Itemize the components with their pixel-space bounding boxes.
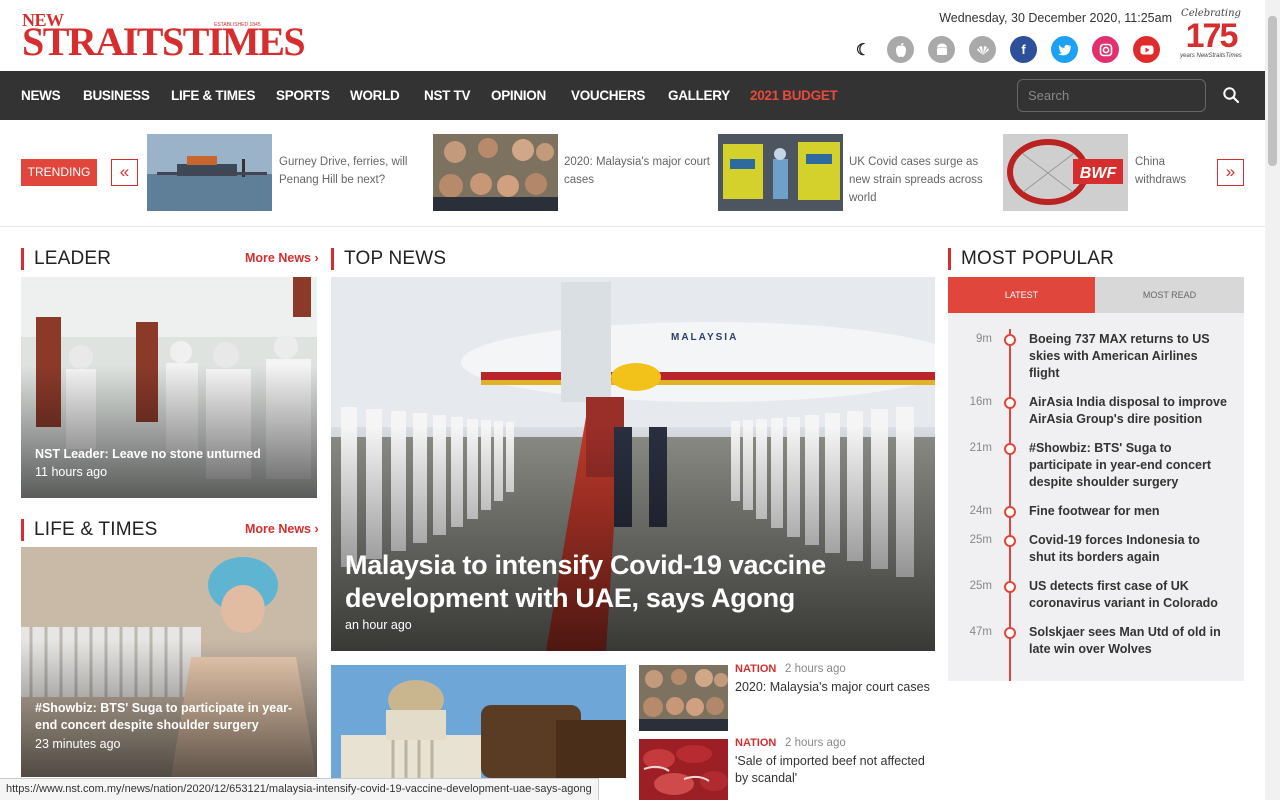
trending-prev-button[interactable]: « (111, 159, 138, 186)
top-news-time: an hour ago (345, 618, 412, 632)
instagram-icon[interactable] (1092, 36, 1119, 63)
leader-card[interactable]: NST Leader: Leave no stone unturned 11 h… (21, 277, 317, 498)
nav-item-nst-tv[interactable]: NST TV (424, 71, 471, 120)
trending-item-title[interactable]: UK Covid cases surge as new strain sprea… (849, 153, 989, 207)
most-popular-heading: MOST POPULAR (948, 248, 1114, 270)
trending-image-ambulance[interactable] (718, 134, 843, 211)
timeline-dot (1004, 443, 1016, 455)
nav-item-life-times[interactable]: LIFE & TIMES (171, 71, 255, 120)
popular-item-time: 24m (969, 505, 992, 517)
header-icons: ☾ f (853, 36, 1160, 63)
tab-latest[interactable]: LATEST (948, 277, 1095, 313)
timeline-dot (1004, 535, 1016, 547)
popular-item-time: 25m (969, 580, 992, 592)
logo-established: ESTABLISHED 1845 (214, 22, 261, 28)
trending-image-court[interactable] (433, 134, 558, 211)
leader-heading: LEADER (21, 248, 111, 270)
popular-item-time: 21m (969, 442, 992, 454)
leader-caption: NST Leader: Leave no stone unturned (35, 447, 261, 461)
small-news-category[interactable]: NATION (735, 663, 776, 675)
timeline-dot (1004, 334, 1016, 346)
scrollbar-thumb[interactable] (1268, 16, 1277, 166)
current-date: Wednesday, 30 December 2020, 11:25am (939, 11, 1172, 25)
popular-item-title[interactable]: Covid-19 forces Indonesia to shut its bo… (1029, 532, 1229, 566)
trending-image-ferry[interactable] (147, 134, 272, 211)
nav-item-news[interactable]: NEWS (21, 71, 61, 120)
svg-text:BWF: BWF (1080, 165, 1118, 182)
search-icon[interactable] (1222, 86, 1240, 104)
plane-livery-text: MALAYSIA (671, 332, 738, 343)
popular-item-time: 9m (976, 333, 992, 345)
small-news-image-beef[interactable] (639, 739, 728, 800)
search-input[interactable] (1017, 79, 1206, 112)
trending-item-title[interactable]: Gurney Drive, ferries, will Penang Hill … (279, 153, 414, 189)
android-icon[interactable] (928, 36, 955, 63)
nav-item-world[interactable]: WORLD (350, 71, 400, 120)
nav-item-2021-budget[interactable]: 2021 BUDGET (750, 71, 838, 120)
nav-item-gallery[interactable]: GALLERY (668, 71, 730, 120)
trending-next-button[interactable]: » (1217, 159, 1244, 186)
page: NEW STRAITSTIMES ESTABLISHED 1845 Wednes… (0, 0, 1280, 800)
top-news-heading: TOP NEWS (331, 248, 446, 270)
link-status-bar: https://www.nst.com.my/news/nation/2020/… (0, 778, 599, 800)
small-news-category[interactable]: NATION (735, 737, 776, 749)
top-news-headline[interactable]: Malaysia to intensify Covid-19 vaccine d… (345, 549, 921, 615)
popular-item-time: 16m (969, 396, 992, 408)
secondary-news-image (331, 665, 626, 778)
popular-item-title[interactable]: Fine footwear for men (1029, 503, 1229, 520)
life-times-more-news-link[interactable]: More News › (245, 522, 319, 536)
page-scrollbar[interactable] (1265, 0, 1280, 800)
moon-icon[interactable]: ☾ (853, 36, 873, 63)
main-nav: NEWS BUSINESS LIFE & TIMES SPORTS WORLD … (0, 71, 1265, 120)
small-news-image-court[interactable] (639, 665, 728, 731)
life-times-caption: #Showbiz: BTS' Suga to participate in ye… (35, 701, 293, 732)
huawei-icon[interactable] (969, 36, 996, 63)
small-news-time: 2 hours ago (785, 663, 846, 675)
nav-item-sports[interactable]: SPORTS (276, 71, 330, 120)
leader-time: 11 hours ago (35, 465, 108, 479)
youtube-icon[interactable] (1133, 36, 1160, 63)
popular-item-title[interactable]: Boeing 737 MAX returns to US skies with … (1029, 331, 1229, 382)
timeline-dot (1004, 397, 1016, 409)
facebook-icon[interactable]: f (1010, 36, 1037, 63)
tab-most-read[interactable]: MOST READ (1095, 277, 1244, 313)
small-news-time: 2 hours ago (785, 737, 846, 749)
life-times-time: 23 minutes ago (35, 737, 121, 751)
small-news-title[interactable]: 'Sale of imported beef not affected by s… (735, 753, 940, 787)
popular-item-time: 25m (969, 534, 992, 546)
popular-item-title[interactable]: #Showbiz: BTS' Suga to participate in ye… (1029, 440, 1229, 491)
timeline-dot (1004, 506, 1016, 518)
timeline-dot (1004, 581, 1016, 593)
timeline-dot (1004, 627, 1016, 639)
popular-item-title[interactable]: AirAsia India disposal to improve AirAsi… (1029, 394, 1229, 428)
nav-item-opinion[interactable]: OPINION (491, 71, 546, 120)
most-popular-panel: LATEST MOST READ 9m Boeing 737 MAX retur… (948, 277, 1244, 681)
small-news-title[interactable]: 2020: Malaysia's major court cases (735, 679, 940, 696)
nav-item-vouchers[interactable]: VOUCHERS (571, 71, 645, 120)
popular-item-title[interactable]: Solskjaer sees Man Utd of old in late wi… (1029, 624, 1229, 658)
twitter-icon[interactable] (1051, 36, 1078, 63)
life-times-heading: LIFE & TIMES (21, 519, 157, 541)
anniversary-years: years NewStraitsTimes (1180, 53, 1242, 59)
site-header: NEW STRAITSTIMES ESTABLISHED 1845 Wednes… (0, 0, 1265, 71)
leader-more-news-link[interactable]: More News › (245, 251, 319, 265)
top-news-card[interactable]: MALAYSIA Malaysia to intensify Covid-19 … (331, 277, 935, 651)
trending-item-title[interactable]: China withdraws from World Tour tou... (1135, 153, 1210, 189)
popular-item-time: 47m (969, 626, 992, 638)
nav-item-business[interactable]: BUSINESS (83, 71, 150, 120)
trending-item-title[interactable]: 2020: Malaysia's major court cases (564, 153, 712, 189)
secondary-news-card[interactable] (331, 665, 626, 778)
trending-image-bwf[interactable]: BWF (1003, 134, 1128, 211)
logo-straits-times: STRAITSTIMES (22, 19, 306, 64)
popular-item-title[interactable]: US detects first case of UK coronavirus … (1029, 578, 1229, 612)
trending-label: TRENDING (21, 159, 97, 186)
anniversary-logo: Celebrating 175 years NewStraitsTimes (1180, 8, 1242, 68)
anniversary-number: 175 (1185, 17, 1239, 55)
life-times-card[interactable]: #Showbiz: BTS' Suga to participate in ye… (21, 547, 317, 777)
apple-icon[interactable] (887, 36, 914, 63)
